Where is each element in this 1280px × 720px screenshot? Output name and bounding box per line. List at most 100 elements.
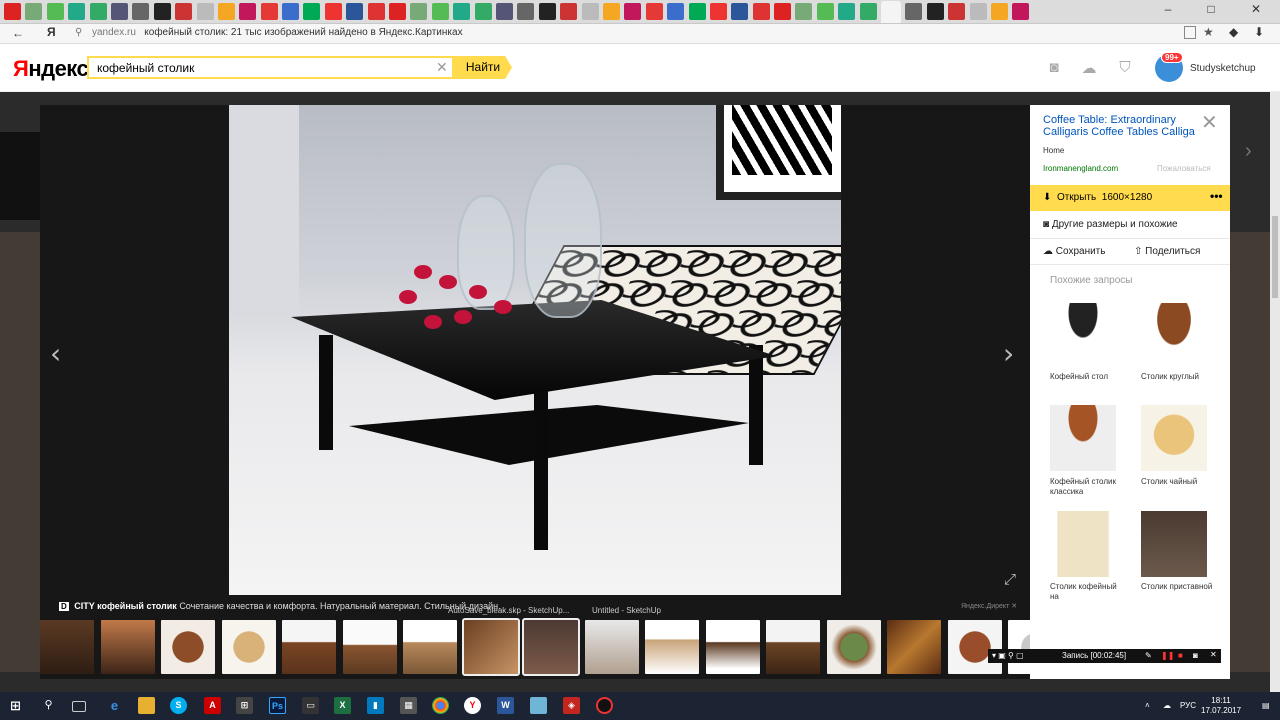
username[interactable]: Studysketchup — [1190, 63, 1256, 74]
save-button[interactable]: ☁ Сохранить — [1043, 246, 1105, 257]
chrome-icon[interactable] — [432, 697, 449, 714]
browser-tab[interactable] — [517, 3, 535, 20]
browser-tab[interactable] — [926, 3, 944, 20]
direct-label[interactable]: Яндекс.Директ ✕ — [961, 602, 1017, 610]
recorder-stop-icon[interactable]: ■ — [1178, 651, 1183, 660]
complain-link[interactable]: Пожаловаться — [1157, 164, 1211, 173]
browser-tab[interactable] — [624, 3, 642, 20]
similar-image[interactable] — [1050, 303, 1116, 369]
yandex-logo[interactable]: Яндекс — [13, 56, 89, 82]
download-icon[interactable]: ⬇ — [1254, 25, 1264, 39]
search-button[interactable]: Найти — [454, 56, 512, 79]
cloud-icon[interactable]: ☁ — [1079, 59, 1099, 77]
excel-icon[interactable]: X — [334, 697, 351, 714]
sketchup-icon[interactable]: ◈ — [563, 697, 580, 714]
browser-tab[interactable] — [495, 3, 513, 20]
recorder-camera-icon[interactable]: ◙ — [1193, 651, 1198, 660]
browser-tab[interactable] — [324, 3, 342, 20]
recorder-app-icon[interactable] — [596, 697, 613, 714]
browser-tab[interactable] — [948, 3, 966, 20]
thumbnail[interactable] — [461, 618, 520, 676]
browser-tab[interactable] — [68, 3, 86, 20]
browser-tab[interactable] — [560, 3, 578, 20]
similar-label[interactable]: Кофейный столик классика — [1050, 477, 1122, 497]
similar-label[interactable]: Столик чайный — [1141, 477, 1213, 487]
browser-tab[interactable] — [667, 3, 685, 20]
bookmark-star-icon[interactable]: ★ — [1203, 25, 1214, 39]
thumbnail[interactable] — [705, 620, 760, 674]
browser-tab[interactable] — [795, 3, 813, 20]
similar-image[interactable] — [1141, 303, 1207, 369]
browser-tab[interactable] — [688, 3, 706, 20]
share-button[interactable]: ⇧ Поделиться — [1134, 246, 1200, 257]
skype-icon[interactable]: S — [170, 697, 187, 714]
browser-tab[interactable] — [389, 3, 407, 20]
browser-tab[interactable] — [474, 3, 492, 20]
thumbnail[interactable] — [221, 620, 276, 674]
scrollbar-thumb[interactable] — [1272, 216, 1278, 298]
recorder-pen-icon[interactable]: ✎ — [1145, 651, 1152, 660]
notifications-icon[interactable]: ▤ — [1262, 701, 1270, 710]
source-breadcrumb[interactable]: Home — [1043, 146, 1064, 155]
browser-tab[interactable] — [196, 3, 214, 20]
browser-tab[interactable] — [260, 3, 278, 20]
recorder-close-icon[interactable]: ✕ — [1210, 650, 1217, 659]
word-icon[interactable]: W — [497, 697, 514, 714]
browser-tab[interactable] — [217, 3, 235, 20]
thumbnail[interactable] — [40, 620, 94, 674]
browser-tab[interactable] — [410, 3, 428, 20]
close-viewer-icon[interactable]: ✕ — [1201, 110, 1218, 134]
browser-tab[interactable] — [1012, 3, 1030, 20]
source-domain-link[interactable]: Ironmanengland.com — [1043, 164, 1118, 173]
browser-tab[interactable] — [709, 3, 727, 20]
browser-tab[interactable] — [367, 3, 385, 20]
explorer-icon[interactable] — [138, 697, 155, 714]
browser-tab[interactable] — [881, 0, 902, 23]
browser-tab[interactable] — [431, 3, 449, 20]
ad-caption[interactable]: D CITY кофейный столик Сочетание качеств… — [59, 601, 501, 611]
browser-tab[interactable] — [816, 3, 834, 20]
similar-label[interactable]: Столик кофейный на — [1050, 582, 1122, 602]
yandex-home-icon[interactable]: Я — [47, 25, 56, 39]
similar-image[interactable] — [1050, 405, 1116, 471]
similar-label[interactable]: Кофейный стол — [1050, 372, 1122, 382]
thumbnail[interactable] — [342, 620, 397, 674]
thumbnail[interactable] — [161, 620, 215, 674]
next-image-arrow-icon[interactable]: › — [1003, 337, 1014, 370]
browser-tab[interactable] — [110, 3, 128, 20]
browser-tab[interactable] — [969, 3, 987, 20]
browser-tab[interactable] — [859, 3, 877, 20]
tray-network-icon[interactable]: ☁ — [1163, 701, 1171, 710]
search-input[interactable]: кофейный столик — [87, 56, 454, 79]
thumbnail[interactable] — [645, 620, 699, 674]
browser-tab[interactable] — [453, 3, 471, 20]
tray-language[interactable]: РУС — [1180, 701, 1196, 710]
other-sizes-link[interactable]: ◙ Другие размеры и похожие — [1043, 219, 1178, 230]
windows-start-icon[interactable]: ⊞ — [7, 697, 24, 714]
browser-tab[interactable] — [175, 3, 193, 20]
shield-icon[interactable]: ⛉ — [1115, 59, 1135, 77]
browser-tab[interactable] — [538, 3, 556, 20]
thumbnail[interactable] — [403, 620, 457, 674]
browser-tab[interactable] — [303, 3, 321, 20]
thumbnail[interactable] — [826, 620, 881, 674]
search-icon[interactable]: ⚲ — [40, 697, 57, 714]
open-image-button[interactable]: ⬇ Открыть 1600×1280 — [1030, 185, 1230, 211]
browser-tab[interactable] — [46, 3, 64, 20]
recorder-pause-icon[interactable]: ❚❚ — [1161, 651, 1174, 660]
fullscreen-expand-icon[interactable]: ⤢ — [1004, 571, 1016, 588]
tray-arrow-icon[interactable]: ˄ — [1145, 701, 1150, 710]
url-field[interactable]: yandex.ru кофейный столик: 21 тыс изобра… — [92, 27, 463, 38]
browser-tab[interactable] — [581, 3, 599, 20]
page-scrollbar[interactable] — [1270, 92, 1280, 692]
browser-tab[interactable] — [153, 3, 171, 20]
photoshop-icon[interactable]: Ps — [269, 697, 286, 714]
task-view-icon[interactable] — [72, 701, 86, 712]
browser-tab[interactable] — [731, 3, 749, 20]
maximize-button[interactable]: □ — [1193, 2, 1229, 16]
browser-tab[interactable] — [602, 3, 620, 20]
similar-label[interactable]: Столик круглый — [1141, 372, 1213, 382]
system-clock[interactable]: 18:11 17.07.2017 — [1201, 696, 1241, 716]
thumbnail[interactable] — [282, 620, 336, 674]
paint-icon[interactable] — [530, 697, 547, 714]
